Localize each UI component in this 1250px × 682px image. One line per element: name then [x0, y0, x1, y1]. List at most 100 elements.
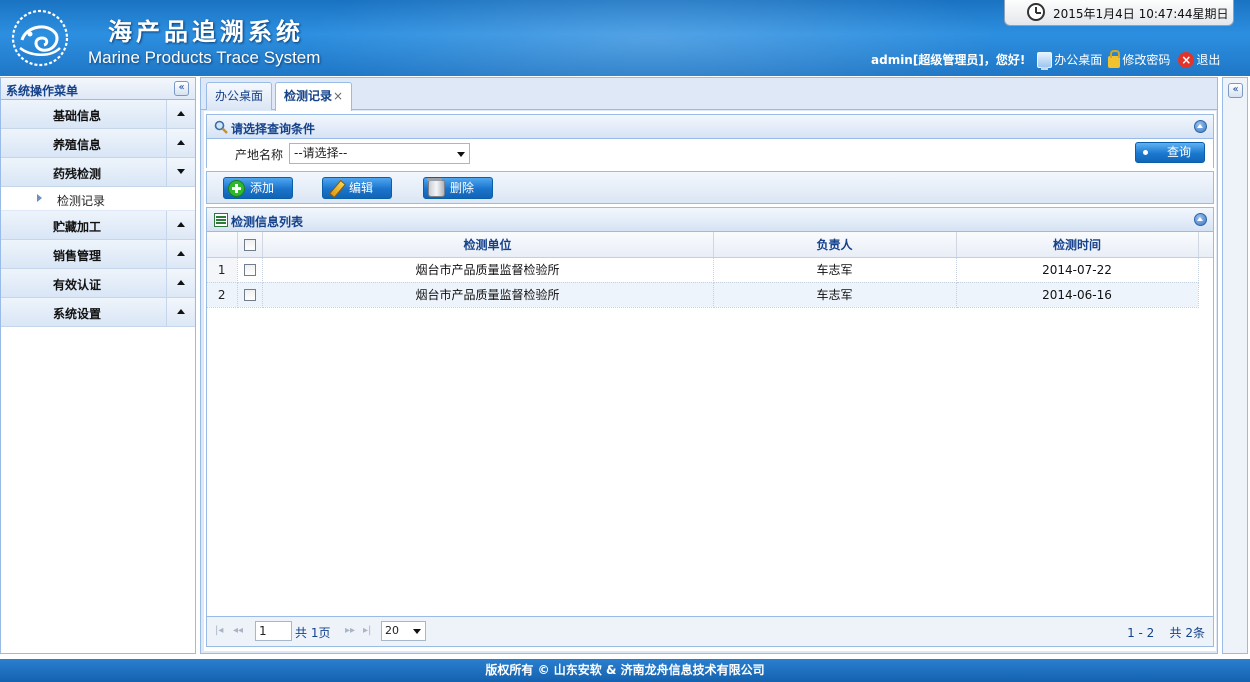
next-page-icon[interactable]: ▸▸: [345, 625, 355, 636]
search-button-label: 查询: [1166, 145, 1191, 159]
sidebar-item-label: 有效认证: [52, 278, 101, 292]
query-panel-header: 请选择查询条件: [207, 115, 1213, 139]
chevron-up-icon[interactable]: [166, 298, 194, 326]
list-icon: [214, 213, 228, 227]
sidebar-item-sales[interactable]: 销售管理: [1, 240, 195, 269]
sidebar-item-certification[interactable]: 有效认证: [1, 269, 195, 298]
expand-east-button[interactable]: «: [1228, 83, 1243, 98]
user-greeting: admin[超级管理员]，您好!: [871, 53, 1026, 67]
collapse-panel-icon[interactable]: [1194, 213, 1207, 226]
lock-icon: [1108, 49, 1121, 68]
header-spacer: [1198, 232, 1213, 258]
sidebar-item-label: 药残检测: [52, 167, 101, 181]
cell-person: 车志军: [713, 257, 957, 283]
grid-header-row: 检测单位 负责人 检测时间: [207, 232, 1213, 258]
column-header-date[interactable]: 检测时间: [956, 232, 1199, 258]
select-all-checkbox[interactable]: [243, 238, 256, 251]
sidebar-item-residue-test[interactable]: 药残检测: [1, 158, 195, 187]
chevron-up-icon[interactable]: [166, 269, 194, 297]
tab-desktop[interactable]: 办公桌面: [206, 82, 273, 110]
sidebar-item-label: 贮藏加工: [52, 220, 101, 234]
cell-person: 车志军: [713, 282, 957, 308]
sidebar-item-breeding-info[interactable]: 养殖信息: [1, 129, 195, 158]
sidebar-item-label: 销售管理: [52, 249, 101, 263]
app-title-en: Marine Products Trace System: [88, 48, 321, 67]
cell-unit: 烟台市产品质量监督检验所: [262, 257, 714, 283]
chevron-down-icon[interactable]: [166, 158, 194, 186]
sidebar-item-label: 系统设置: [52, 307, 101, 321]
clock-icon: [1027, 3, 1045, 21]
query-panel: 请选择查询条件 产地名称 --请选择-- 查询: [206, 114, 1214, 168]
row-select-cell: [237, 282, 263, 308]
page-size-value: 20: [385, 624, 399, 637]
table-row[interactable]: 2 烟台市产品质量监督检验所 车志军 2014-06-16: [207, 282, 1213, 308]
origin-label: 产地名称: [235, 148, 284, 162]
chevron-up-icon[interactable]: [166, 240, 194, 268]
sidebar-item-label: 基础信息: [52, 109, 101, 123]
row-checkbox[interactable]: [243, 264, 256, 276]
column-header-unit[interactable]: 检测单位: [262, 232, 714, 258]
chevron-up-icon[interactable]: [166, 129, 194, 157]
sidebar-subitem-test-record[interactable]: 检测记录: [1, 187, 195, 211]
chevron-up-icon[interactable]: [166, 211, 194, 239]
row-spacer: [1198, 257, 1213, 282]
row-select-cell: [237, 257, 263, 283]
search-icon: [214, 120, 228, 134]
dropdown-arrow-icon: [413, 629, 421, 634]
first-page-icon[interactable]: |◂: [215, 625, 223, 636]
query-form: 产地名称 --请选择-- 查询: [207, 139, 1213, 168]
add-button-label: 添加: [250, 181, 275, 195]
row-number: 2: [207, 282, 238, 308]
row-spacer: [1198, 282, 1213, 307]
tab-label: 办公桌面: [215, 89, 264, 103]
desktop-icon: [1037, 51, 1053, 70]
pagination-info: 1 - 2 共 2条: [1127, 626, 1205, 640]
clock-text: 2015年1月4日 10:47:44星期日: [1053, 7, 1229, 21]
grid-panel-title: 检测信息列表: [231, 215, 304, 229]
sidebar-collapse-button[interactable]: «: [174, 81, 189, 96]
table-row[interactable]: 1 烟台市产品质量监督检验所 车志军 2014-07-22: [207, 257, 1213, 283]
main-panel: 办公桌面 检测记录× 请选择查询条件 产地名称 --请选择-- 查询 添加 编辑…: [200, 77, 1218, 654]
edit-button[interactable]: 编辑: [322, 177, 392, 199]
sidebar-item-basic-info[interactable]: 基础信息: [1, 100, 195, 129]
tab-bar: 办公桌面 检测记录×: [201, 78, 1217, 111]
page-total: 共 1页: [295, 624, 330, 641]
tab-test-record[interactable]: 检测记录×: [275, 82, 353, 111]
logout-link[interactable]: × 退出: [1178, 51, 1220, 68]
add-button[interactable]: 添加: [223, 177, 293, 199]
tab-content: 请选择查询条件 产地名称 --请选择-- 查询 添加 编辑 删除 检测信息列表 …: [204, 111, 1216, 651]
last-page-icon[interactable]: ▸|: [363, 625, 371, 636]
tab-close-icon[interactable]: ×: [333, 89, 343, 103]
desktop-link-label: 办公桌面: [1054, 53, 1103, 67]
data-grid: 检测单位 负责人 检测时间 1 烟台市产品质量监督检验所 车志军 2014-07…: [207, 232, 1213, 308]
user-bar: admin[超级管理员]，您好! 办公桌面 修改密码 × 退出: [871, 49, 1220, 70]
change-password-link[interactable]: 修改密码: [1108, 49, 1170, 68]
origin-select[interactable]: --请选择--: [289, 143, 470, 164]
sidebar-subitem-label: 检测记录: [57, 194, 106, 208]
page-size-select[interactable]: 20: [381, 621, 426, 641]
prev-page-icon[interactable]: ◂◂: [233, 625, 243, 636]
action-toolbar: 添加 编辑 删除: [206, 171, 1214, 204]
chevron-up-icon[interactable]: [166, 100, 194, 128]
page-number-input[interactable]: 1: [255, 621, 292, 641]
column-header-person[interactable]: 负责人: [713, 232, 957, 258]
app-header: 海产品追溯系统 Marine Products Trace System 201…: [0, 0, 1250, 76]
tab-label: 检测记录: [284, 89, 333, 103]
collapse-panel-icon[interactable]: [1194, 120, 1207, 133]
grid-panel-header: 检测信息列表: [207, 208, 1213, 232]
delete-button-label: 删除: [450, 181, 475, 195]
sidebar-header: 系统操作菜单 «: [1, 78, 195, 100]
cell-date: 2014-06-16: [956, 282, 1199, 308]
cell-unit: 烟台市产品质量监督检验所: [262, 282, 714, 308]
search-button[interactable]: 查询: [1135, 142, 1205, 163]
origin-select-value: --请选择--: [294, 146, 348, 160]
query-panel-title: 请选择查询条件: [231, 122, 316, 136]
desktop-link[interactable]: 办公桌面: [1037, 51, 1103, 70]
sidebar-item-storage[interactable]: 贮藏加工: [1, 211, 195, 240]
sidebar-title: 系统操作菜单: [6, 84, 79, 98]
sidebar-item-settings[interactable]: 系统设置: [1, 298, 195, 327]
delete-button[interactable]: 删除: [423, 177, 493, 199]
row-checkbox[interactable]: [243, 289, 256, 301]
edit-button-label: 编辑: [349, 181, 374, 195]
row-number: 1: [207, 257, 238, 283]
